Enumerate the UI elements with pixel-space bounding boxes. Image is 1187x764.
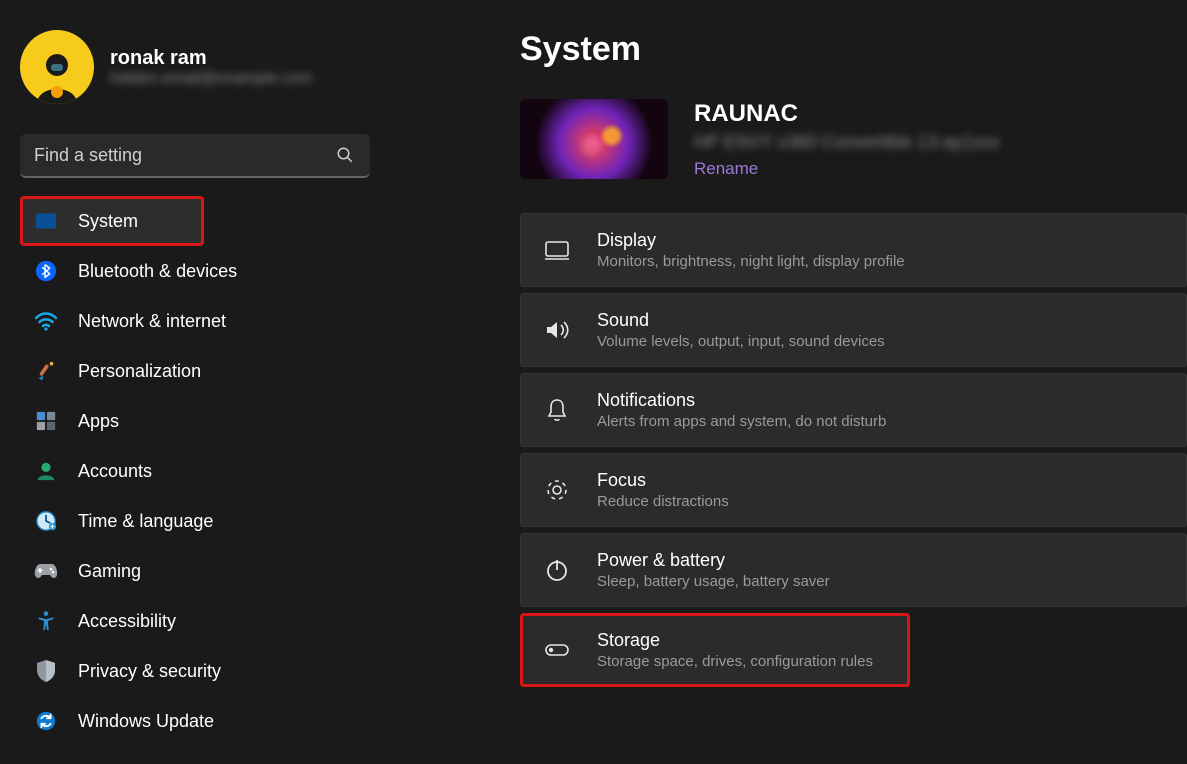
rename-link[interactable]: Rename xyxy=(694,159,758,179)
clock-icon xyxy=(34,509,58,533)
update-icon xyxy=(34,709,58,733)
user-name: ronak ram xyxy=(110,46,312,70)
bluetooth-icon xyxy=(34,259,58,283)
display-icon xyxy=(543,236,571,264)
sidebar-item-personalization[interactable]: Personalization xyxy=(20,346,370,396)
card-desc: Storage space, drives, configuration rul… xyxy=(597,653,873,670)
sidebar-item-apps[interactable]: Apps xyxy=(20,396,370,446)
card-desc: Alerts from apps and system, do not dist… xyxy=(597,413,886,430)
card-text: Storage Storage space, drives, configura… xyxy=(597,630,873,670)
avatar-illustration xyxy=(27,44,87,104)
sidebar-item-update[interactable]: Windows Update xyxy=(20,696,370,746)
card-title: Display xyxy=(597,230,905,251)
card-text: Notifications Alerts from apps and syste… xyxy=(597,390,886,430)
paintbrush-icon xyxy=(34,359,58,383)
card-title: Storage xyxy=(597,630,873,651)
sidebar-item-system[interactable]: System xyxy=(20,196,204,246)
sidebar-item-label: Accessibility xyxy=(78,611,176,632)
search-icon xyxy=(336,146,354,169)
card-text: Display Monitors, brightness, night ligh… xyxy=(597,230,905,270)
sidebar-item-network[interactable]: Network & internet xyxy=(20,296,370,346)
sidebar-item-time[interactable]: Time & language xyxy=(20,496,370,546)
card-title: Power & battery xyxy=(597,550,830,571)
settings-sidebar: ronak ram hidden.email@example.com Syste… xyxy=(0,0,390,764)
card-desc: Reduce distractions xyxy=(597,493,729,510)
card-title: Focus xyxy=(597,470,729,491)
card-desc: Volume levels, output, input, sound devi… xyxy=(597,333,885,350)
search-wrapper xyxy=(20,134,370,178)
user-profile[interactable]: ronak ram hidden.email@example.com xyxy=(20,30,370,104)
device-info: RAUNAC HP ENVY x360 Convertible 13-ay1xx… xyxy=(694,100,1000,179)
card-text: Sound Volume levels, output, input, soun… xyxy=(597,310,885,350)
focus-icon xyxy=(543,476,571,504)
sidebar-item-label: Network & internet xyxy=(78,311,226,332)
card-desc: Monitors, brightness, night light, displ… xyxy=(597,253,905,270)
card-display[interactable]: Display Monitors, brightness, night ligh… xyxy=(520,213,1187,287)
sidebar-item-privacy[interactable]: Privacy & security xyxy=(20,646,370,696)
sidebar-item-label: System xyxy=(78,211,138,232)
nav-list: System Bluetooth & devices Network & int… xyxy=(20,196,370,746)
sidebar-item-label: Accounts xyxy=(78,461,152,482)
settings-cards: Display Monitors, brightness, night ligh… xyxy=(520,213,1187,687)
device-name: RAUNAC xyxy=(694,100,1000,128)
sidebar-item-label: Windows Update xyxy=(78,711,214,732)
wifi-icon xyxy=(34,309,58,333)
sidebar-item-label: Personalization xyxy=(78,361,201,382)
card-power[interactable]: Power & battery Sleep, battery usage, ba… xyxy=(520,533,1187,607)
profile-text: ronak ram hidden.email@example.com xyxy=(110,46,312,88)
sidebar-item-label: Apps xyxy=(78,411,119,432)
accessibility-icon xyxy=(34,609,58,633)
sidebar-item-accounts[interactable]: Accounts xyxy=(20,446,370,496)
sidebar-item-label: Gaming xyxy=(78,561,141,582)
avatar xyxy=(20,30,94,104)
main-panel: System RAUNAC HP ENVY x360 Convertible 1… xyxy=(390,0,1187,764)
system-icon xyxy=(34,209,58,233)
apps-icon xyxy=(34,409,58,433)
device-thumbnail[interactable] xyxy=(520,99,668,179)
page-title: System xyxy=(520,30,1187,69)
gaming-icon xyxy=(34,559,58,583)
power-icon xyxy=(543,556,571,584)
card-title: Sound xyxy=(597,310,885,331)
search-input[interactable] xyxy=(20,134,370,178)
sidebar-item-label: Bluetooth & devices xyxy=(78,261,237,282)
card-title: Notifications xyxy=(597,390,886,411)
sidebar-item-label: Time & language xyxy=(78,511,213,532)
sidebar-item-label: Privacy & security xyxy=(78,661,221,682)
card-focus[interactable]: Focus Reduce distractions xyxy=(520,453,1187,527)
card-storage[interactable]: Storage Storage space, drives, configura… xyxy=(520,613,910,687)
card-sound[interactable]: Sound Volume levels, output, input, soun… xyxy=(520,293,1187,367)
card-desc: Sleep, battery usage, battery saver xyxy=(597,573,830,590)
sidebar-item-bluetooth[interactable]: Bluetooth & devices xyxy=(20,246,370,296)
sidebar-item-accessibility[interactable]: Accessibility xyxy=(20,596,370,646)
sidebar-item-gaming[interactable]: Gaming xyxy=(20,546,370,596)
storage-icon xyxy=(543,636,571,664)
sound-icon xyxy=(543,316,571,344)
user-email: hidden.email@example.com xyxy=(110,70,312,88)
card-text: Power & battery Sleep, battery usage, ba… xyxy=(597,550,830,590)
shield-icon xyxy=(34,659,58,683)
device-model: HP ENVY x360 Convertible 13-ay1xxx xyxy=(694,132,1000,153)
accounts-icon xyxy=(34,459,58,483)
notification-icon xyxy=(543,396,571,424)
card-text: Focus Reduce distractions xyxy=(597,470,729,510)
card-notifications[interactable]: Notifications Alerts from apps and syste… xyxy=(520,373,1187,447)
device-summary: RAUNAC HP ENVY x360 Convertible 13-ay1xx… xyxy=(520,99,1187,179)
